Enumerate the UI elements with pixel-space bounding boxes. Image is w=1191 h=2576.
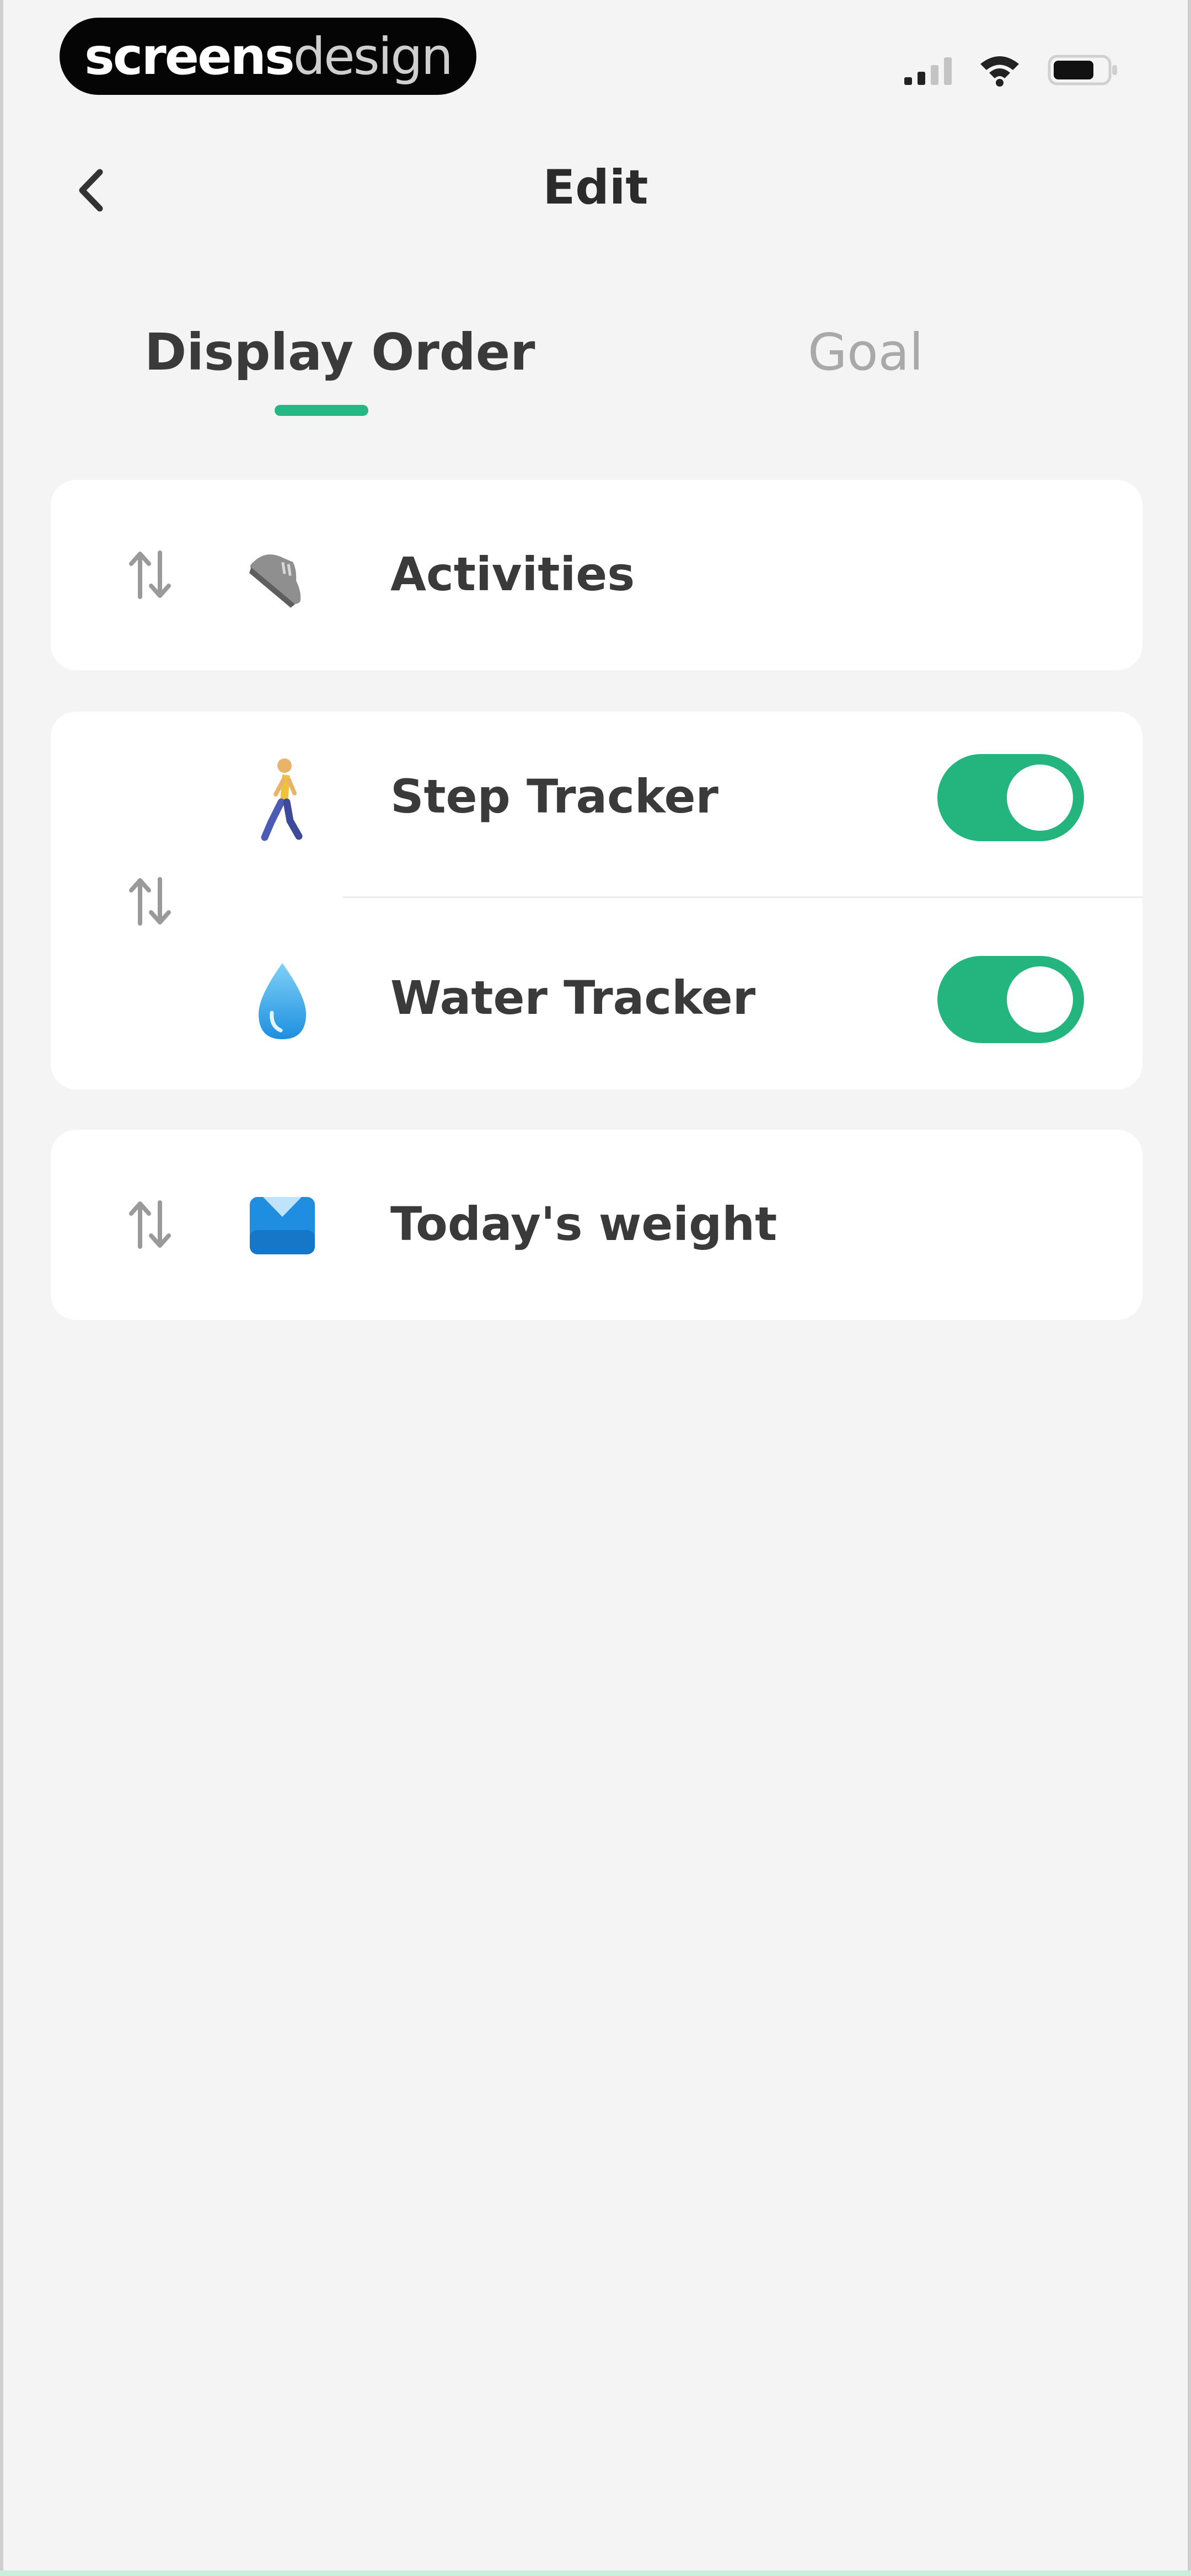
row-label-activities: Activities [390, 547, 635, 601]
page-title: Edit [543, 160, 648, 215]
device-frame-left [0, 0, 3, 2576]
brand-text-light: design [293, 26, 453, 86]
brand-text-strong: screens [84, 26, 295, 86]
walking-person-icon [244, 756, 321, 844]
battery-icon [1048, 53, 1119, 87]
toggle-step-tracker[interactable] [937, 754, 1084, 841]
drag-handle-trackers[interactable] [122, 871, 178, 932]
toggle-knob [1007, 966, 1073, 1033]
drag-handle-weight[interactable] [122, 1194, 178, 1255]
row-divider [343, 896, 1142, 898]
row-label-step-tracker: Step Tracker [390, 769, 718, 824]
weight-scale-icon [244, 1180, 321, 1269]
active-tab-indicator [275, 405, 368, 416]
drag-handle-activities[interactable] [122, 544, 178, 605]
device-frame-right [1188, 0, 1191, 2576]
reorder-arrows-icon [129, 877, 171, 926]
row-label-todays-weight: Today's weight [390, 1197, 777, 1251]
signal-icon [904, 55, 952, 85]
toggle-water-tracker[interactable] [937, 956, 1084, 1043]
tab-display-order[interactable]: Display Order [144, 323, 535, 382]
bottom-accent-bar [0, 2570, 1191, 2576]
list-card-activities: Activities [51, 480, 1142, 670]
row-label-water-tracker: Water Tracker [390, 971, 756, 1025]
reorder-arrows-icon [129, 551, 171, 599]
status-icons [904, 45, 1119, 95]
toggle-knob [1007, 765, 1073, 831]
water-drop-icon [244, 957, 321, 1045]
wifi-icon [978, 53, 1021, 87]
sneaker-icon [244, 531, 321, 619]
list-card-trackers: Step Tracker Water Tracker [51, 712, 1142, 1089]
tab-goal[interactable]: Goal [808, 323, 924, 382]
brand-logo-pill: screens design [60, 18, 476, 95]
reorder-arrows-icon [129, 1200, 171, 1249]
list-card-weight: Today's weight [51, 1130, 1142, 1320]
